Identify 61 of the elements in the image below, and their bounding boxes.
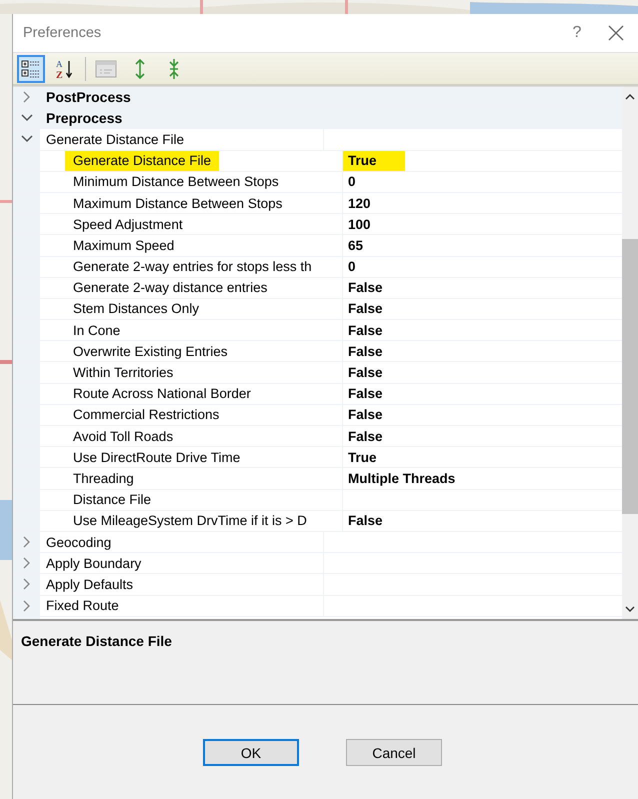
- property-name[interactable]: Maximum Speed: [65, 235, 182, 256]
- help-button[interactable]: ?: [552, 24, 602, 42]
- property-value[interactable]: True: [348, 447, 381, 468]
- property-name[interactable]: Use DirectRoute Drive Time: [65, 447, 248, 468]
- group-label[interactable]: Apply Defaults: [40, 574, 324, 594]
- property-value[interactable]: False: [348, 404, 387, 425]
- dialog-button[interactable]: Cancel: [346, 739, 442, 766]
- property-value[interactable]: False: [348, 510, 387, 531]
- property-value[interactable]: 100: [348, 214, 375, 234]
- categorized-button[interactable]: [17, 54, 45, 82]
- property-name[interactable]: Generate 2-way entries for stops less th: [65, 256, 320, 277]
- expand-chevron-icon[interactable]: [22, 91, 30, 104]
- property-value[interactable]: True: [343, 150, 405, 171]
- property-name[interactable]: Maximum Distance Between Stops: [65, 192, 290, 214]
- expand-chevron-icon[interactable]: [22, 557, 30, 570]
- scrollbar-thumb[interactable]: [622, 239, 638, 514]
- collapse-arrows-icon: [168, 58, 180, 80]
- property-name[interactable]: Minimum Distance Between Stops: [65, 172, 287, 192]
- property-value[interactable]: False: [348, 278, 387, 298]
- property-name[interactable]: Generate 2-way distance entries: [65, 278, 276, 298]
- property-value[interactable]: False: [348, 384, 387, 404]
- property-name[interactable]: Distance File: [65, 490, 160, 510]
- group-label[interactable]: Generate Distance File: [40, 129, 324, 150]
- property-name[interactable]: Within Territories: [65, 362, 182, 383]
- property-name[interactable]: Speed Adjustment: [65, 214, 191, 234]
- property-value[interactable]: False: [348, 320, 387, 340]
- property-name[interactable]: Generate Distance File: [65, 150, 220, 171]
- property-value[interactable]: 120: [348, 192, 375, 214]
- categorized-icon: [21, 58, 41, 78]
- expand-chevron-icon[interactable]: [22, 600, 30, 612]
- property-value[interactable]: Multiple Threads: [348, 468, 460, 489]
- window-title: Preferences: [23, 25, 102, 41]
- property-value[interactable]: False: [348, 298, 387, 320]
- close-icon[interactable]: [608, 25, 624, 41]
- property-value[interactable]: 0: [348, 256, 360, 277]
- property-pages-icon: [95, 60, 117, 78]
- scroll-down-icon[interactable]: [625, 606, 635, 613]
- property-value[interactable]: False: [348, 341, 387, 362]
- expand-chevron-icon[interactable]: [22, 536, 30, 548]
- property-name[interactable]: Route Across National Border: [65, 384, 259, 404]
- property-name[interactable]: Overwrite Existing Entries: [65, 341, 236, 362]
- property-name[interactable]: In Cone: [65, 320, 128, 340]
- expand-arrows-icon: [134, 58, 146, 80]
- scroll-up-icon[interactable]: [625, 93, 635, 100]
- property-value[interactable]: 65: [348, 235, 368, 256]
- property-value[interactable]: False: [348, 426, 387, 446]
- property-name[interactable]: Threading: [65, 468, 142, 489]
- collapse-chevron-icon[interactable]: [20, 135, 32, 144]
- dialog-button[interactable]: OK: [203, 739, 299, 766]
- property-name[interactable]: Use MileageSystem DrvTime if it is > D: [65, 510, 315, 531]
- collapse-chevron-icon[interactable]: [20, 114, 32, 122]
- property-name[interactable]: Commercial Restrictions: [65, 404, 228, 425]
- expand-chevron-icon[interactable]: [22, 578, 30, 590]
- group-label[interactable]: Fixed Route: [40, 596, 324, 616]
- property-name[interactable]: Stem Distances Only: [65, 298, 208, 320]
- property-value[interactable]: 0: [348, 172, 360, 192]
- group-label[interactable]: Geocoding: [40, 532, 324, 552]
- description-title: Generate Distance File: [21, 633, 172, 649]
- property-value[interactable]: False: [348, 362, 387, 383]
- group-label[interactable]: Apply Boundary: [40, 553, 324, 574]
- property-name[interactable]: Avoid Toll Roads: [65, 426, 182, 446]
